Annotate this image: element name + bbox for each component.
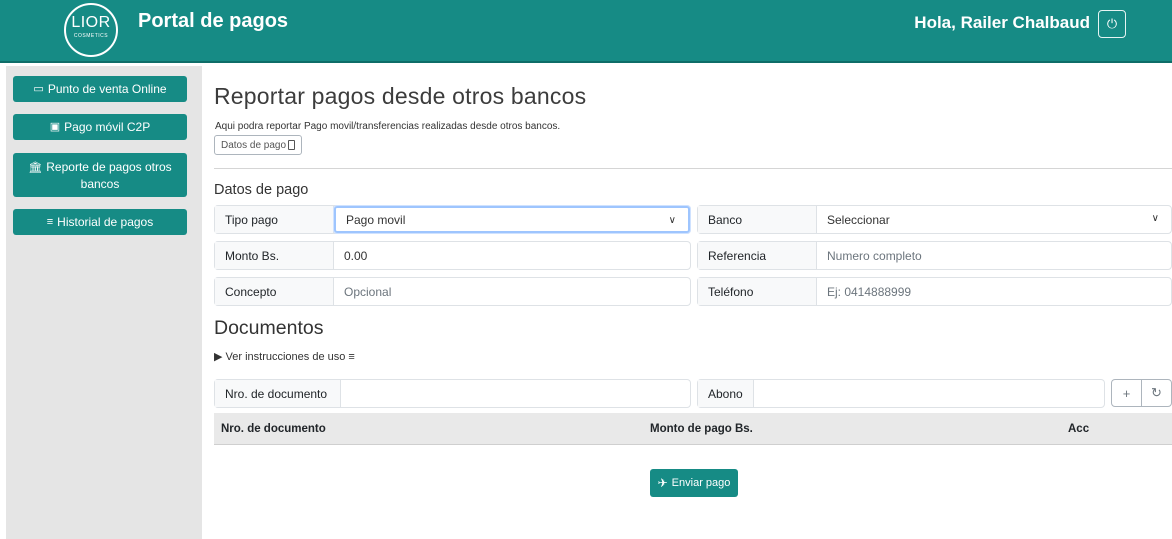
send-icon: ✈ (657, 476, 668, 490)
divider (214, 168, 1172, 169)
sidebar-item-label: Reporte de pagos otros bancos (46, 159, 172, 191)
page-title: Reportar pagos desde otros bancos (214, 83, 587, 109)
chevron-down-icon: ∨ (1151, 213, 1159, 224)
referencia-label: Referencia (698, 242, 817, 269)
list-icon: ≡ (46, 216, 54, 228)
tipo-pago-value: Pago movil (346, 212, 406, 227)
sidebar-item-punto-venta[interactable]: ▭ Punto de venta Online (13, 76, 187, 102)
logout-button[interactable]: ⏻ (1098, 10, 1126, 38)
banco-group: Banco Seleccionar ∨ (697, 205, 1172, 234)
telefono-placeholder: Ej: 0414888999 (827, 284, 912, 299)
abono-group: Abono (697, 379, 1105, 408)
referencia-group: Referencia Numero completo (697, 241, 1172, 270)
power-icon: ⏻ (1106, 16, 1118, 31)
sidebar-item-reporte-pagos[interactable]: 🏛 Reporte de pagos otros bancos (13, 153, 187, 197)
concepto-label: Concepto (215, 278, 334, 305)
column-header: Acc (1068, 423, 1090, 435)
telefono-group: Teléfono Ej: 0414888999 (697, 277, 1172, 306)
sidebar-item-label: Pago móvil C2P (64, 120, 151, 134)
enviar-pago-button[interactable]: ✈ Enviar pago (650, 469, 738, 497)
datos-pago-button[interactable]: Datos de pago (214, 135, 303, 155)
banco-label: Banco (698, 206, 817, 233)
reset-icon[interactable]: ↻ (1141, 380, 1171, 406)
referencia-placeholder: Numero completo (827, 248, 922, 263)
banco-value: Seleccionar (827, 212, 890, 227)
referencia-input[interactable]: Numero completo (817, 242, 1171, 269)
sidebar-item-label: Historial de pagos (57, 215, 154, 229)
app-title: Portal de pagos (138, 10, 289, 32)
documents-table-header: Nro. de documento Monto de pago Bs. Acc (214, 413, 1172, 445)
monto-input[interactable]: 0.00 (334, 242, 690, 269)
card-icon: ▭ (33, 83, 44, 95)
phone-icon (288, 140, 296, 150)
chevron-down-icon: ∨ (668, 215, 676, 226)
tipo-pago-select[interactable]: Pago movil ∨ (334, 206, 690, 233)
concepto-input[interactable]: Opcional (334, 278, 690, 305)
tipo-pago-label: Tipo pago (215, 206, 334, 233)
telefono-label: Teléfono (698, 278, 817, 305)
sidebar-item-content: 🏛 Reporte de pagos otros bancos (23, 159, 177, 192)
lior-logo[interactable]: LIOR COSMETICS (64, 3, 118, 57)
money-icon: ▣ (49, 121, 61, 133)
sidebar: ▭ Punto de venta Online ▣ Pago móvil C2P… (6, 66, 202, 539)
abono-input[interactable] (754, 380, 1104, 407)
document-actions: + ↻ (1111, 379, 1172, 407)
concepto-placeholder: Opcional (344, 284, 392, 299)
logo-subtext: COSMETICS (73, 33, 109, 39)
page-subtitle: Aqui podra reportar Pago movil/transfere… (215, 121, 561, 132)
nro-documento-input[interactable] (341, 380, 690, 407)
instructions-toggle[interactable]: ▶ Ver instrucciones de uso ≡ (214, 350, 355, 363)
monto-group: Monto Bs. 0.00 (214, 241, 691, 270)
logo-text: LIOR (71, 14, 111, 31)
sidebar-item-historial[interactable]: ≡ Historial de pagos (13, 209, 187, 235)
add-icon[interactable]: + (1112, 380, 1141, 406)
column-header: Monto de pago Bs. (650, 423, 753, 435)
enviar-pago-label: Enviar pago (671, 477, 731, 489)
section-title-datos: Datos de pago (214, 182, 309, 198)
nro-documento-group: Nro. de documento (214, 379, 691, 408)
datos-pago-label: Datos de pago (221, 139, 287, 151)
banco-select[interactable]: Seleccionar ∨ (817, 206, 1171, 233)
monto-value: 0.00 (344, 248, 368, 263)
telefono-input[interactable]: Ej: 0414888999 (817, 278, 1171, 305)
concepto-group: Concepto Opcional (214, 277, 691, 306)
column-header: Nro. de documento (221, 423, 326, 435)
bank-icon: 🏛 (28, 161, 43, 174)
monto-label: Monto Bs. (215, 242, 334, 269)
section-title-documentos: Documentos (214, 317, 324, 339)
sidebar-item-label: Punto de venta Online (47, 82, 167, 96)
tipo-pago-group: Tipo pago Pago movil ∨ (214, 205, 691, 234)
top-navbar: LIOR COSMETICS Portal de pagos Hola, Rai… (0, 0, 1172, 63)
abono-label: Abono (698, 380, 754, 407)
sidebar-item-pago-movil[interactable]: ▣ Pago móvil C2P (13, 114, 187, 140)
nro-documento-label: Nro. de documento (215, 380, 341, 407)
user-greeting: Hola, Railer Chalbaud (914, 13, 1090, 32)
